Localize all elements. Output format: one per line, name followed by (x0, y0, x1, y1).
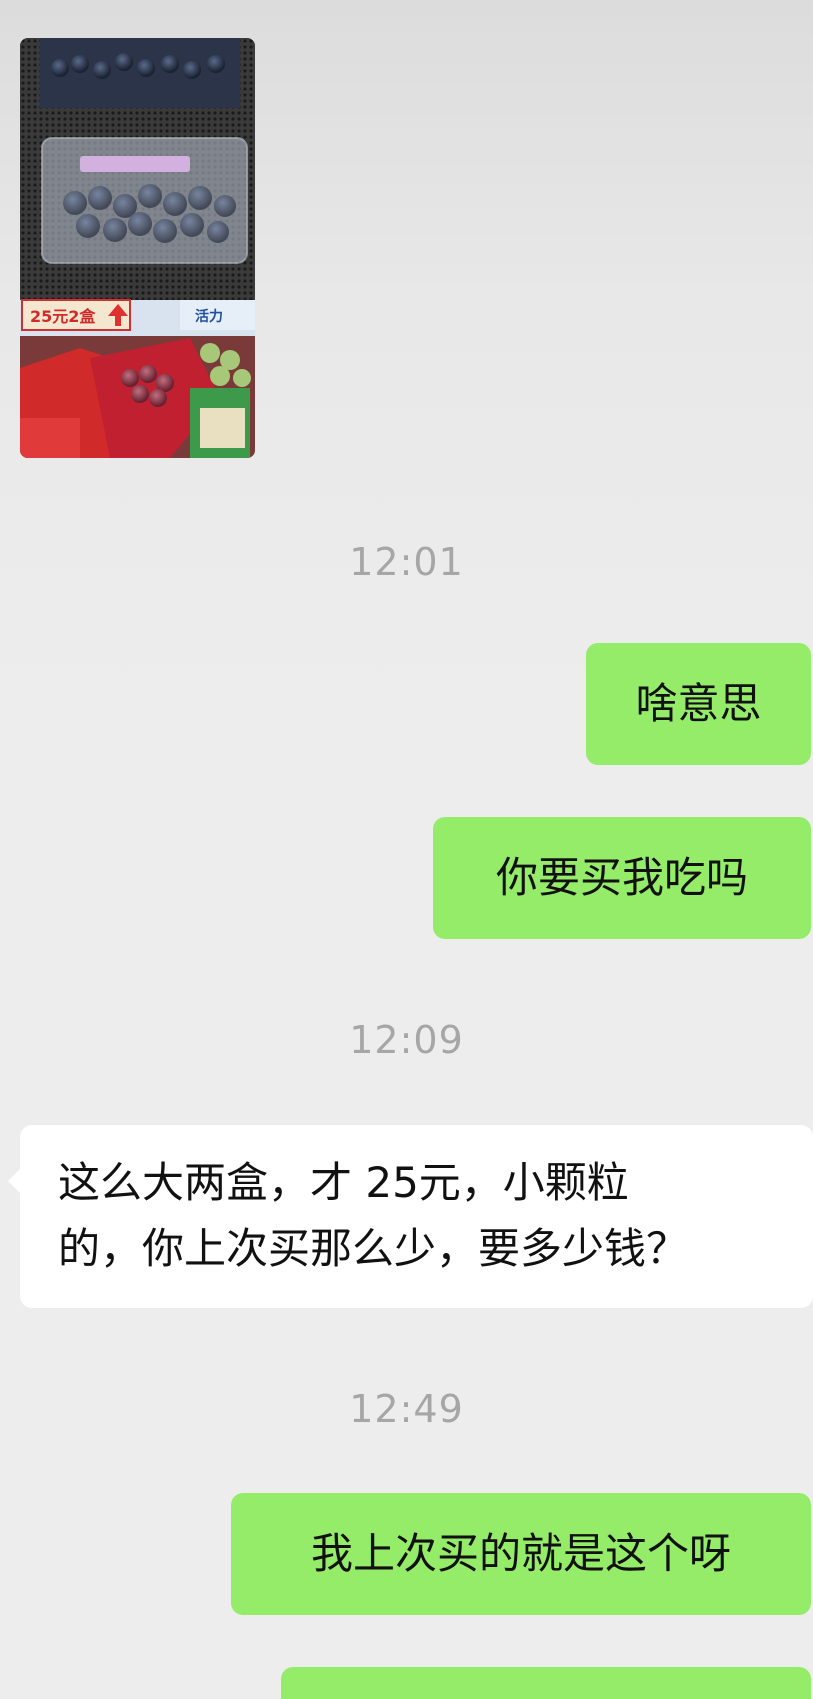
message-text: 啥意思 (635, 679, 762, 728)
timestamp: 12:01 (349, 540, 464, 584)
incoming-message-bubble[interactable]: 这么大两盒，才 25元，小颗粒 的，你上次买那么少，要多少钱？ (8, 1125, 813, 1308)
chat-conversation: 活力 25元2盒 12:01 啥意思 你要买我吃吗 12:09 这么大两盒，才 … (0, 0, 813, 1699)
message-text-line: 的，你上次买那么少，要多少钱？ (58, 1224, 689, 1273)
outgoing-message-bubble[interactable]: 我上次买的就是这个呀 (231, 1493, 811, 1615)
incoming-photo-message[interactable]: 活力 25元2盒 (20, 38, 255, 458)
timestamp: 12:09 (349, 1018, 464, 1062)
shelf-brand-label: 活力 (195, 308, 223, 325)
message-text: 我上次买的就是这个呀 (310, 1529, 731, 1578)
message-text: 你要买我吃吗 (495, 853, 748, 902)
outgoing-message-bubble[interactable]: 你要买我吃吗 (433, 817, 811, 939)
outgoing-message-bubble-partial[interactable] (281, 1667, 811, 1699)
outgoing-message-bubble[interactable]: 啥意思 (586, 643, 811, 765)
timestamp: 12:49 (349, 1387, 464, 1431)
price-tag-label: 25元2盒 (30, 307, 96, 326)
message-text-line: 这么大两盒，才 25元，小颗粒 (58, 1158, 629, 1207)
grapes-photo: 活力 25元2盒 (20, 38, 255, 458)
